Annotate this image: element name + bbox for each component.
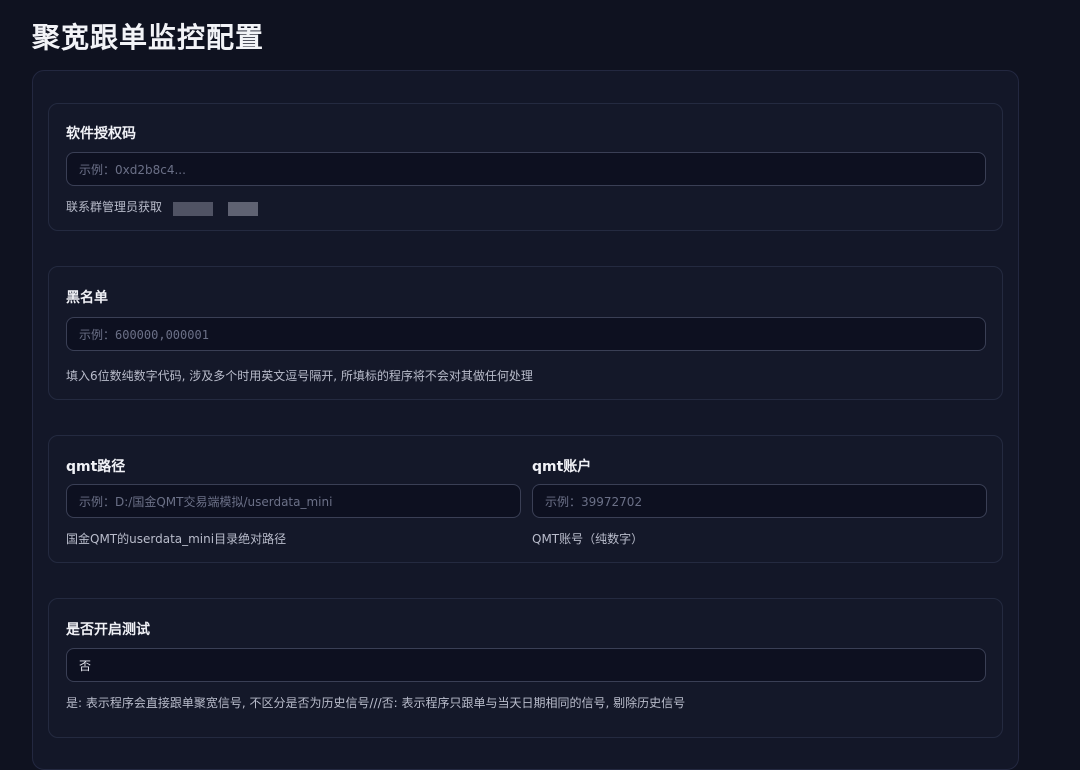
test-mode-card: 是否开启测试 否 是: 表示程序会直接跟单聚宽信号, 不区分是否为历史信号///… [48,598,1003,738]
qmt-path-label: qmt路径 [66,459,126,475]
blacklist-hint: 填入6位数纯数字代码, 涉及多个时用英文逗号隔开, 所填标的程序将不会对其做任何… [66,369,533,383]
test-mode-value: 否 [79,658,92,673]
blacklist-card: 黑名单 示例：600000,000001 填入6位数纯数字代码, 涉及多个时用英… [48,266,1003,400]
redacted-contact-1 [173,202,213,216]
page-title: 聚宽跟单监控配置 [32,21,265,54]
qmt-path-placeholder: 示例：D:/国金QMT交易端模拟/userdata_mini [79,494,333,509]
qmt-account-hint: QMT账号（纯数字） [532,532,644,546]
blacklist-label: 黑名单 [66,290,108,306]
license-placeholder: 示例：0xd2b8c4... [79,162,186,177]
blacklist-input[interactable]: 示例：600000,000001 [66,317,986,351]
qmt-account-placeholder: 示例：39972702 [545,494,643,509]
test-mode-select[interactable]: 否 [66,648,986,682]
test-mode-label: 是否开启测试 [66,622,150,638]
license-card: 软件授权码 示例：0xd2b8c4... 联系群管理员获取 [48,103,1003,231]
qmt-account-input[interactable]: 示例：39972702 [532,484,987,518]
qmt-account-label: qmt账户 [532,459,592,475]
qmt-path-input[interactable]: 示例：D:/国金QMT交易端模拟/userdata_mini [66,484,521,518]
qmt-path-hint: 国金QMT的userdata_mini目录绝对路径 [66,532,287,546]
blacklist-placeholder: 示例：600000,000001 [79,327,209,342]
license-hint: 联系群管理员获取 [66,200,163,214]
test-mode-hint: 是: 表示程序会直接跟单聚宽信号, 不区分是否为历史信号///否: 表示程序只跟… [66,696,686,710]
qmt-card: qmt路径 示例：D:/国金QMT交易端模拟/userdata_mini 国金Q… [48,435,1003,563]
license-label: 软件授权码 [66,126,136,142]
redacted-contact-2 [228,202,258,216]
license-input[interactable]: 示例：0xd2b8c4... [66,152,986,186]
